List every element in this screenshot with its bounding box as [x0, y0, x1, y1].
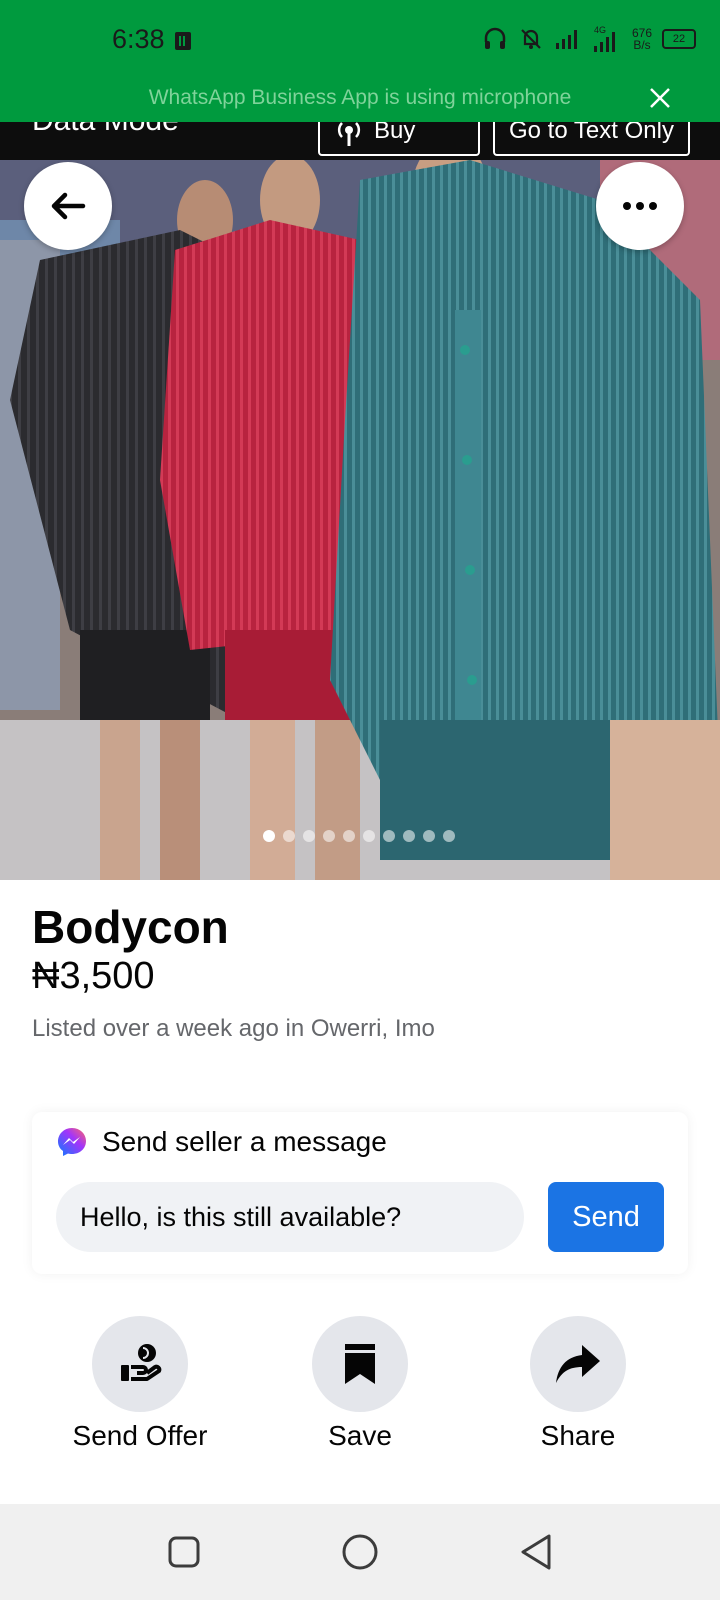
more-options-button[interactable] — [596, 162, 684, 250]
share-button[interactable]: Share — [478, 1316, 678, 1452]
send-offer-circle[interactable] — [92, 1316, 188, 1412]
listing-price: ₦3,500 — [32, 955, 155, 997]
recents-button[interactable] — [164, 1532, 204, 1572]
pagination-dot[interactable] — [283, 830, 295, 842]
square-icon — [168, 1536, 200, 1568]
pagination-dot[interactable] — [403, 830, 415, 842]
send-offer-button[interactable]: Send Offer — [40, 1316, 240, 1452]
pagination-dot[interactable] — [343, 830, 355, 842]
system-nav-bar — [0, 1504, 720, 1600]
pagination-dot[interactable] — [303, 830, 315, 842]
status-icons: 4G 676 B/s 22 — [482, 22, 696, 56]
send-offer-label: Send Offer — [72, 1420, 208, 1451]
send-button[interactable]: Send — [548, 1182, 664, 1252]
network-speed-unit: B/s — [633, 38, 651, 52]
pagination-dot[interactable] — [323, 830, 335, 842]
back-nav-button[interactable] — [516, 1532, 556, 1572]
notification-text[interactable]: WhatsApp Business App is using microphon… — [0, 86, 720, 110]
more-icon — [623, 202, 657, 210]
buy-data-button[interactable]: Buy Data — [318, 118, 480, 156]
listing-title: Bodycon — [32, 901, 229, 953]
message-header: Send seller a message — [56, 1126, 387, 1158]
network-speed: 676 B/s — [632, 27, 652, 51]
text-only-button[interactable]: Go to Text Only — [493, 118, 690, 156]
save-button[interactable]: Save — [260, 1316, 460, 1452]
offer-icon — [121, 1344, 162, 1381]
antenna-icon — [337, 122, 361, 146]
pagination-dot[interactable] — [423, 830, 435, 842]
signal-icon — [555, 30, 577, 49]
status-time: 6:38 — [112, 24, 165, 54]
triangle-back-icon — [521, 1534, 551, 1570]
circle-icon — [342, 1534, 378, 1570]
pagination-dot[interactable] — [363, 830, 375, 842]
battery-icon: 22 — [662, 29, 696, 49]
message-heading: Send seller a message — [102, 1126, 387, 1157]
pagination-dot[interactable] — [263, 830, 275, 842]
buy-data-label: Buy Data — [374, 118, 416, 144]
product-photo — [0, 160, 720, 880]
back-button[interactable] — [24, 162, 112, 250]
arrow-left-icon — [51, 192, 86, 220]
sim-card-icon — [175, 32, 191, 50]
pagination-dot[interactable] — [383, 830, 395, 842]
messenger-icon — [58, 1128, 86, 1156]
4g-signal-icon: 4G — [593, 25, 615, 52]
bookmark-icon — [345, 1344, 375, 1384]
share-arrow-icon — [556, 1345, 600, 1383]
headphones-icon — [484, 27, 506, 49]
save-label: Save — [328, 1420, 392, 1451]
svg-text:4G: 4G — [594, 25, 606, 35]
share-circle[interactable] — [530, 1316, 626, 1412]
image-pagination — [263, 830, 455, 842]
message-card: Send seller a message Hello, is this sti… — [32, 1112, 688, 1274]
pagination-dot[interactable] — [443, 830, 455, 842]
save-circle[interactable] — [312, 1316, 408, 1412]
bell-off-icon — [521, 29, 541, 49]
message-input[interactable]: Hello, is this still available? — [56, 1182, 524, 1252]
status-bar: 6:38 4G 676 B/s 22 WhatsApp Business App… — [0, 0, 720, 122]
product-image[interactable] — [0, 160, 720, 880]
data-mode-bar: Data Mode Buy Data Go to Text Only — [0, 118, 720, 160]
share-label: Share — [540, 1420, 616, 1451]
listing-meta: Listed over a week ago in Owerri, Imo — [32, 1015, 435, 1042]
battery-level: 22 — [672, 33, 686, 45]
close-icon[interactable] — [648, 86, 672, 110]
home-button[interactable] — [340, 1532, 380, 1572]
